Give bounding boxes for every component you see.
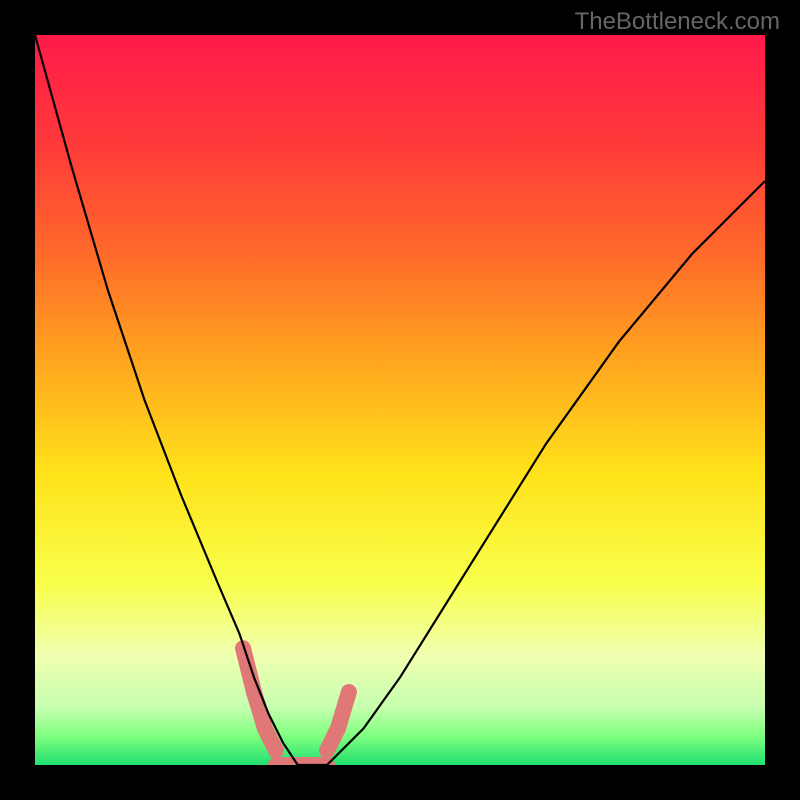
bottleneck-chart — [35, 35, 765, 765]
chart-area — [35, 35, 765, 765]
watermark-text: TheBottleneck.com — [575, 8, 780, 36]
